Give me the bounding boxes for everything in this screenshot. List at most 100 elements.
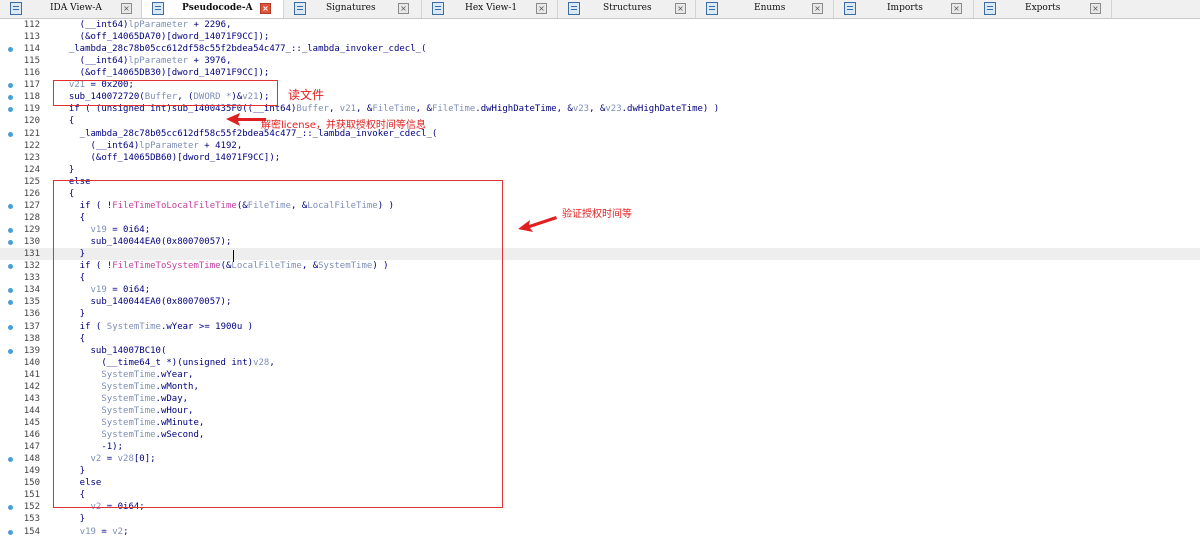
code-token: , &	[415, 104, 432, 115]
tab-bar: IDA View-A × Pseudocode-A × Signatures ×…	[0, 0, 1200, 19]
verify-time-annotation: 验证授权时间等	[562, 209, 632, 220]
line-number: 120	[23, 116, 40, 127]
verify-time-highlight-box	[53, 180, 503, 508]
code-identifier[interactable]: lpParameter	[139, 141, 199, 151]
ida-view-icon	[10, 2, 22, 15]
line-number: 124	[23, 164, 40, 175]
tab-label: Imports	[887, 3, 923, 13]
code-line[interactable]: 154 v19 = v2;	[0, 526, 1200, 538]
imports-icon	[844, 2, 856, 15]
structures-icon	[568, 2, 580, 15]
exports-icon	[984, 2, 996, 15]
code-text: (__int64)lpParameter + 4192,	[58, 140, 243, 152]
code-line[interactable]: 120 {	[0, 115, 1200, 127]
code-text: (&off_14065DB30)[dword_14071F9CC]);	[58, 67, 270, 79]
close-tab-icon[interactable]: ×	[260, 3, 271, 14]
code-line[interactable]: 114 _lambda_28c78b05cc612df58c55f2bdea54…	[0, 43, 1200, 55]
code-token: _lambda_28c78b05cc612df58c55f2bdea54c477…	[58, 44, 427, 55]
tab-structures[interactable]: Structures ×	[558, 0, 696, 18]
code-identifier[interactable]: v19	[80, 527, 96, 537]
code-identifier[interactable]: v23	[573, 104, 589, 114]
line-number: 152	[23, 502, 40, 513]
tab-label: Pseudocode-A	[182, 3, 253, 13]
line-number: 140	[23, 357, 40, 368]
code-token: ;	[123, 526, 129, 537]
line-number: 147	[23, 442, 40, 453]
read-file-highlight-box	[53, 80, 278, 106]
code-identifier[interactable]: v23	[605, 104, 621, 114]
code-token: (	[58, 20, 86, 30]
line-number: 129	[23, 225, 40, 236]
code-line[interactable]: 153 }	[0, 513, 1200, 525]
code-line[interactable]: 116 (&off_14065DB30)[dword_14071F9CC]);	[0, 67, 1200, 79]
line-number: 116	[23, 68, 40, 79]
tab-label: Enums	[754, 3, 786, 13]
code-identifier[interactable]: FileTime	[372, 104, 415, 114]
line-number: 117	[23, 80, 40, 91]
code-token: , &	[589, 104, 606, 115]
code-line[interactable]: 122 (__int64)lpParameter + 4192,	[0, 140, 1200, 152]
close-tab-icon[interactable]: ×	[675, 3, 686, 14]
code-token: }	[58, 164, 75, 175]
close-tab-icon[interactable]: ×	[536, 3, 547, 14]
code-line[interactable]: 123 (&off_14065DB60)[dword_14071F9CC]);	[0, 152, 1200, 164]
code-token: ,	[328, 104, 340, 115]
code-line[interactable]: 124 }	[0, 164, 1200, 176]
close-tab-icon[interactable]: ×	[121, 3, 132, 14]
code-token: =	[95, 526, 113, 537]
hex-view-icon	[432, 2, 444, 15]
line-number: 132	[23, 261, 40, 272]
code-line[interactable]: 112 (__int64)lpParameter + 2296,	[0, 19, 1200, 31]
line-number: 134	[23, 285, 40, 296]
code-identifier[interactable]: v2	[112, 527, 123, 537]
line-number: 149	[23, 466, 40, 477]
code-text: }	[58, 513, 85, 525]
code-identifier[interactable]: Buffer	[296, 104, 329, 114]
decrypt-license-annotation: 解密license，并获取授权时间等信息	[261, 120, 426, 131]
line-number: 148	[23, 454, 40, 465]
code-text: (__int64)lpParameter + 2296,	[58, 19, 232, 31]
verify-arrow-icon	[518, 216, 557, 232]
code-line[interactable]: 115 (__int64)lpParameter + 3976,	[0, 55, 1200, 67]
line-number: 139	[23, 345, 40, 356]
enums-icon	[706, 2, 718, 15]
code-identifier[interactable]: FileTime	[432, 104, 475, 114]
line-number: 153	[23, 514, 40, 525]
code-text: (&off_14065DA70)[dword_14071F9CC]);	[58, 31, 270, 43]
tab-enums[interactable]: Enums ×	[696, 0, 834, 18]
close-tab-icon[interactable]: ×	[812, 3, 823, 14]
tab-signatures[interactable]: Signatures ×	[284, 0, 422, 18]
code-identifier[interactable]: v21	[340, 104, 356, 114]
code-token: + 3976,	[188, 56, 232, 67]
code-token: (__int64)	[58, 140, 140, 151]
close-tab-icon[interactable]: ×	[951, 3, 962, 14]
close-tab-icon[interactable]: ×	[398, 3, 409, 14]
line-number: 138	[23, 333, 40, 344]
line-number: 113	[23, 32, 40, 43]
line-number: 128	[23, 212, 40, 223]
tab-hex-view[interactable]: Hex View-1 ×	[422, 0, 558, 18]
close-tab-icon[interactable]: ×	[1090, 3, 1101, 14]
tab-exports[interactable]: Exports ×	[974, 0, 1112, 18]
line-number: 133	[23, 273, 40, 284]
line-number: 150	[23, 478, 40, 489]
code-token: __int64	[85, 20, 124, 30]
code-line[interactable]: 113 (&off_14065DA70)[dword_14071F9CC]);	[0, 31, 1200, 43]
line-number: 125	[23, 176, 40, 187]
line-number: 146	[23, 430, 40, 441]
line-number: 121	[23, 128, 40, 139]
code-text: _lambda_28c78b05cc612df58c55f2bdea54c477…	[58, 43, 427, 55]
code-line[interactable]: 121 _lambda_28c78b05cc612df58c55f2bdea54…	[0, 128, 1200, 140]
tab-ida-view[interactable]: IDA View-A ×	[0, 0, 142, 18]
tab-label: Signatures	[326, 3, 376, 13]
tab-imports[interactable]: Imports ×	[834, 0, 974, 18]
code-identifier[interactable]: lpParameter	[128, 20, 188, 30]
tab-pseudocode[interactable]: Pseudocode-A ×	[142, 0, 284, 18]
code-token: (&off_14065DA70)[dword_14071F9CC]);	[58, 32, 270, 43]
code-text: (&off_14065DB60)[dword_14071F9CC]);	[58, 152, 281, 164]
code-identifier[interactable]: lpParameter	[128, 56, 188, 66]
line-number: 154	[23, 526, 40, 537]
code-token: .dwHighDateTime, &	[475, 104, 573, 115]
code-token: + 2296,	[188, 20, 232, 30]
code-text: (__int64)lpParameter + 3976,	[58, 55, 232, 67]
